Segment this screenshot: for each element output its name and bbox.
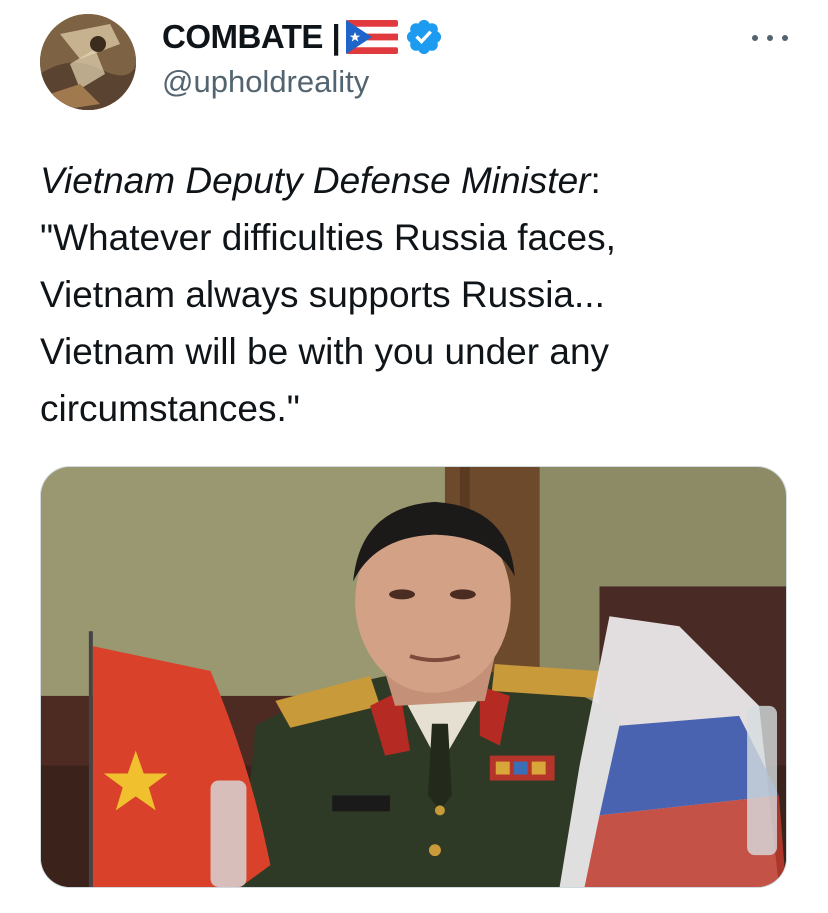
speaker-title: Vietnam Deputy Defense Minister	[40, 160, 591, 201]
tweet-text: Vietnam Deputy Defense Minister: "Whatev…	[40, 152, 800, 437]
tweet-text-line-4: Vietnam will be with you under any	[40, 331, 610, 372]
tweet-media-image[interactable]	[40, 466, 787, 888]
puerto-rico-flag-icon	[346, 20, 399, 54]
tweet: COMBATE | @upholdreality Vietnam Deputy …	[0, 0, 828, 913]
author-name-row: COMBATE |	[162, 14, 444, 60]
speaker-colon: :	[590, 160, 601, 201]
verified-badge-icon	[407, 19, 442, 55]
more-options-button[interactable]	[752, 24, 788, 52]
avatar-photo-icon	[40, 14, 136, 110]
more-dots-icon	[767, 35, 773, 41]
more-dots-icon	[782, 35, 788, 41]
officer-photo-icon	[41, 467, 786, 887]
avatar[interactable]	[40, 14, 136, 110]
tweet-text-line-1: Vietnam Deputy Defense Minister:	[40, 152, 800, 209]
more-dots-icon	[752, 35, 758, 41]
tweet-text-line-3: Vietnam always supports Russia...	[40, 274, 605, 315]
tweet-text-line-5: circumstances."	[40, 388, 300, 429]
tweet-text-line-2: "Whatever difficulties Russia faces,	[40, 217, 616, 258]
author-display-name[interactable]: COMBATE |	[162, 18, 341, 56]
author-handle[interactable]: @upholdreality	[162, 64, 369, 100]
